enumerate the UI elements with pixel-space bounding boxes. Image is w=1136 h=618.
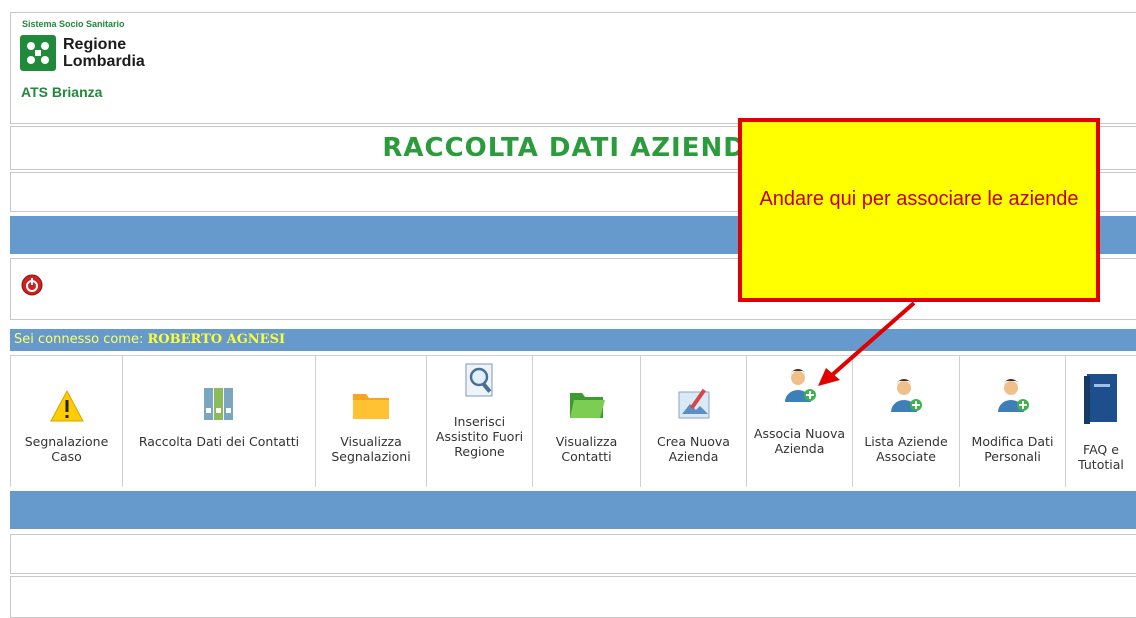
brand-name-line1: Regione — [63, 36, 127, 53]
user-add-icon — [995, 378, 1031, 417]
menu-item-visualizza-contatti[interactable]: Visualizza Contatti — [532, 355, 640, 487]
paint-icon — [676, 386, 712, 423]
annotation-callout: Andare qui per associare le aziende — [738, 118, 1100, 302]
brand-subtitle: ATS Brianza — [21, 84, 103, 100]
brand-name: Regione Lombardia — [63, 36, 145, 70]
regione-lombardia-logo-icon — [20, 35, 56, 71]
menu-label: Visualizza Contatti — [555, 434, 618, 464]
menu-item-faq[interactable]: FAQ e Tutotial — [1065, 355, 1136, 487]
brand-name-line2: Lombardia — [63, 53, 145, 70]
folder-icon — [352, 390, 390, 423]
menu-label: FAQ e Tutotial — [1078, 442, 1124, 472]
menu-label: Crea Nuova Azienda — [657, 434, 730, 464]
menu-label: Modifica Dati Personali — [971, 434, 1054, 464]
menu-label: Segnalazione Caso — [24, 434, 109, 464]
menu-item-associa[interactable]: Associa Nuova Azienda — [746, 355, 852, 487]
status-bar: Sei connesso come: ROBERTO AGNESI — [10, 329, 1136, 351]
menu-label: Raccolta Dati dei Contatti — [138, 434, 300, 449]
user-add-icon — [782, 368, 818, 407]
menu-item-segnalazione[interactable]: Segnalazione Caso — [10, 355, 122, 487]
site-header: Sistema Socio Sanitario Regione Lombardi… — [10, 12, 1136, 124]
power-off-icon[interactable] — [21, 274, 43, 296]
menu-label: Inserisci Assistito Fuori Regione — [435, 414, 524, 459]
status-label: Sei connesso come: — [14, 332, 148, 347]
book-icon — [1082, 372, 1120, 429]
menu-item-lista[interactable]: Lista Aziende Associate — [852, 355, 959, 487]
warning-icon — [49, 389, 84, 425]
green-folder-icon — [568, 388, 606, 423]
blank-row — [10, 534, 1136, 574]
menu-item-crea[interactable]: Crea Nuova Azienda — [640, 355, 746, 487]
brand-tagline: Sistema Socio Sanitario — [22, 19, 125, 29]
blue-separator-bar — [10, 491, 1136, 529]
binders-icon — [202, 386, 236, 425]
callout-text: Andare qui per associare le aziende — [759, 188, 1079, 210]
magnifier-document-icon — [462, 362, 498, 401]
user-name: ROBERTO AGNESI — [147, 332, 286, 347]
logged-in-status: Sei connesso come: ROBERTO AGNESI — [14, 332, 285, 347]
menu-label: Lista Aziende Associate — [864, 434, 948, 464]
user-add-icon — [888, 378, 924, 417]
menu-item-visualizza-segnalazioni[interactable]: Visualizza Segnalazioni — [315, 355, 426, 487]
menu-item-modifica[interactable]: Modifica Dati Personali — [959, 355, 1065, 487]
menu-item-raccolta[interactable]: Raccolta Dati dei Contatti — [122, 355, 315, 487]
menu-item-inserisci[interactable]: Inserisci Assistito Fuori Regione — [426, 355, 532, 487]
main-menu: Segnalazione Caso Raccolta Dati dei Cont… — [10, 355, 1136, 487]
blank-row — [10, 576, 1136, 618]
menu-label: Visualizza Segnalazioni — [331, 434, 411, 464]
menu-label: Associa Nuova Azienda — [753, 426, 846, 456]
